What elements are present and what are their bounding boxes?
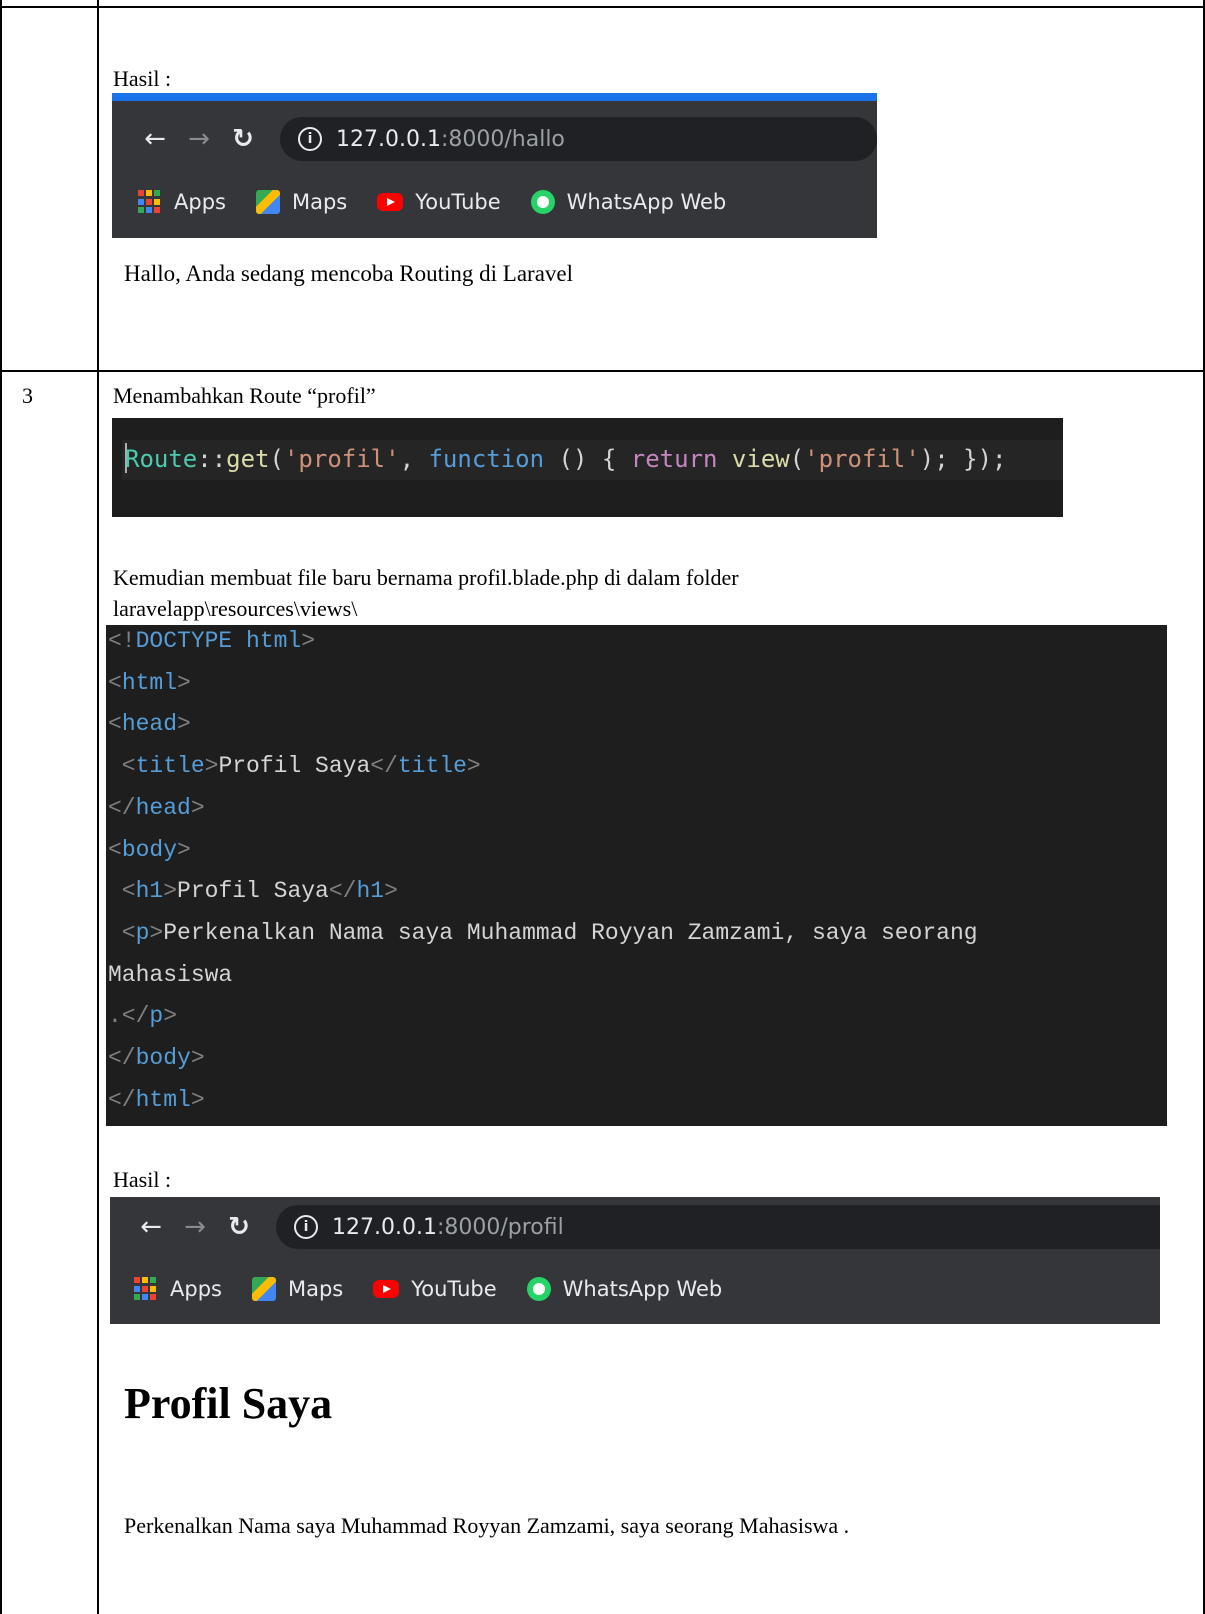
bookmark-maps[interactable]: Maps [255,190,348,214]
back-arrow-icon[interactable]: ← [134,1210,168,1244]
url-host: 127.0.0.1 [336,126,441,152]
address-bar[interactable]: i 127.0.0.1:8000/hallo [280,117,877,161]
result-label-2: Hasil : [113,1167,172,1192]
result-label: Hasil : [113,66,172,91]
html-code-block: <!DOCTYPE html> <html> <head> <title>Profi… [106,625,1167,1126]
bookmark-apps[interactable]: Apps [134,1277,222,1301]
whatsapp-icon [530,190,555,214]
bookmark-label: YouTube [415,190,501,214]
whatsapp-icon [526,1277,551,1301]
forward-arrow-icon[interactable]: → [178,1210,212,1244]
description-line-1: Kemudian membuat file baru bernama profi… [113,565,739,590]
rendered-page-paragraph: Perkenalkan Nama saya Muhammad Royyan Za… [124,1513,850,1538]
maps-icon [255,190,280,214]
step-heading: Menambahkan Route “profil” [113,383,376,408]
bookmark-youtube[interactable]: YouTube [373,1277,497,1301]
code-line: .</p> [108,1003,178,1030]
back-arrow-icon[interactable]: ← [138,122,172,156]
rendered-page-heading: Profil Saya [124,1379,333,1428]
rendered-page-text: Hallo, Anda sedang mencoba Routing di La… [124,261,574,286]
code-line: </body> [108,1045,205,1072]
bookmark-maps[interactable]: Maps [251,1277,344,1301]
code-line: <head> [108,711,191,738]
code-line: </head> [108,794,205,821]
apps-grid-icon [134,1277,158,1301]
bookmark-label: WhatsApp Web [562,1277,723,1301]
browser-toolbar: ← → ↻ i 127.0.0.1:8000/hallo [112,115,877,163]
bookmark-label: Apps [170,1277,222,1301]
bookmarks-bar: Apps Maps YouTube WhatsApp Web [112,187,877,217]
url-path: :8000/profil [436,1214,564,1240]
bookmark-whatsapp[interactable]: WhatsApp Web [530,190,727,214]
table-border-top [0,6,1205,8]
description-line-2: laravelapp\resources\views\ [113,596,358,621]
row-number: 3 [22,383,33,408]
address-bar[interactable]: i 127.0.0.1:8000/profil [276,1205,1160,1249]
bookmark-label: Maps [287,1277,344,1301]
bookmark-label: Apps [174,190,226,214]
bookmark-youtube[interactable]: YouTube [377,190,501,214]
table-border-left [0,0,2,1614]
reload-icon[interactable]: ↻ [226,122,260,156]
browser-window-profil: ← → ↻ i 127.0.0.1:8000/profil Apps Maps … [110,1197,1160,1324]
browser-loading-bar [112,93,877,101]
code-line: <p>Perkenalkan Nama saya Muhammad Royyan… [108,919,978,946]
info-icon[interactable]: i [294,1215,318,1239]
bookmark-label: WhatsApp Web [566,190,727,214]
info-icon[interactable]: i [298,127,322,151]
bookmark-label: Maps [291,190,348,214]
url-host: 127.0.0.1 [332,1214,437,1240]
browser-toolbar: ← → ↻ i 127.0.0.1:8000/profil [110,1203,1160,1251]
bookmarks-bar: Apps Maps YouTube WhatsApp Web [110,1274,1160,1304]
route-code-block: Route::get('profil', function () { retur… [112,418,1063,517]
apps-grid-icon [138,190,162,214]
route-code-line: Route::get('profil', function () { retur… [125,445,1007,473]
code-line: <title>Profil Saya</title> [108,753,481,780]
code-line: <html> [108,669,191,696]
bookmark-whatsapp[interactable]: WhatsApp Web [526,1277,723,1301]
maps-icon [251,1277,276,1301]
bookmark-label: YouTube [411,1277,497,1301]
code-line: </html> [108,1086,205,1113]
html-code-lines: <!DOCTYPE html> <html> <head> <title>Profi… [108,621,978,1121]
code-line: <!DOCTYPE html> [108,628,316,654]
reload-icon[interactable]: ↻ [222,1210,256,1244]
code-line: Mahasiswa [108,961,233,988]
table-row-divider [0,370,1205,372]
youtube-icon [373,1280,400,1298]
bookmark-apps[interactable]: Apps [138,190,226,214]
code-line: <h1>Profil Saya</h1> [108,878,398,905]
forward-arrow-icon[interactable]: → [182,122,216,156]
browser-window-hallo: ← → ↻ i 127.0.0.1:8000/hallo Apps Maps Y… [112,101,877,238]
table-column-divider [97,0,99,1614]
youtube-icon [377,193,404,211]
code-line: <body> [108,836,191,863]
url-path: :8000/hallo [440,126,565,152]
